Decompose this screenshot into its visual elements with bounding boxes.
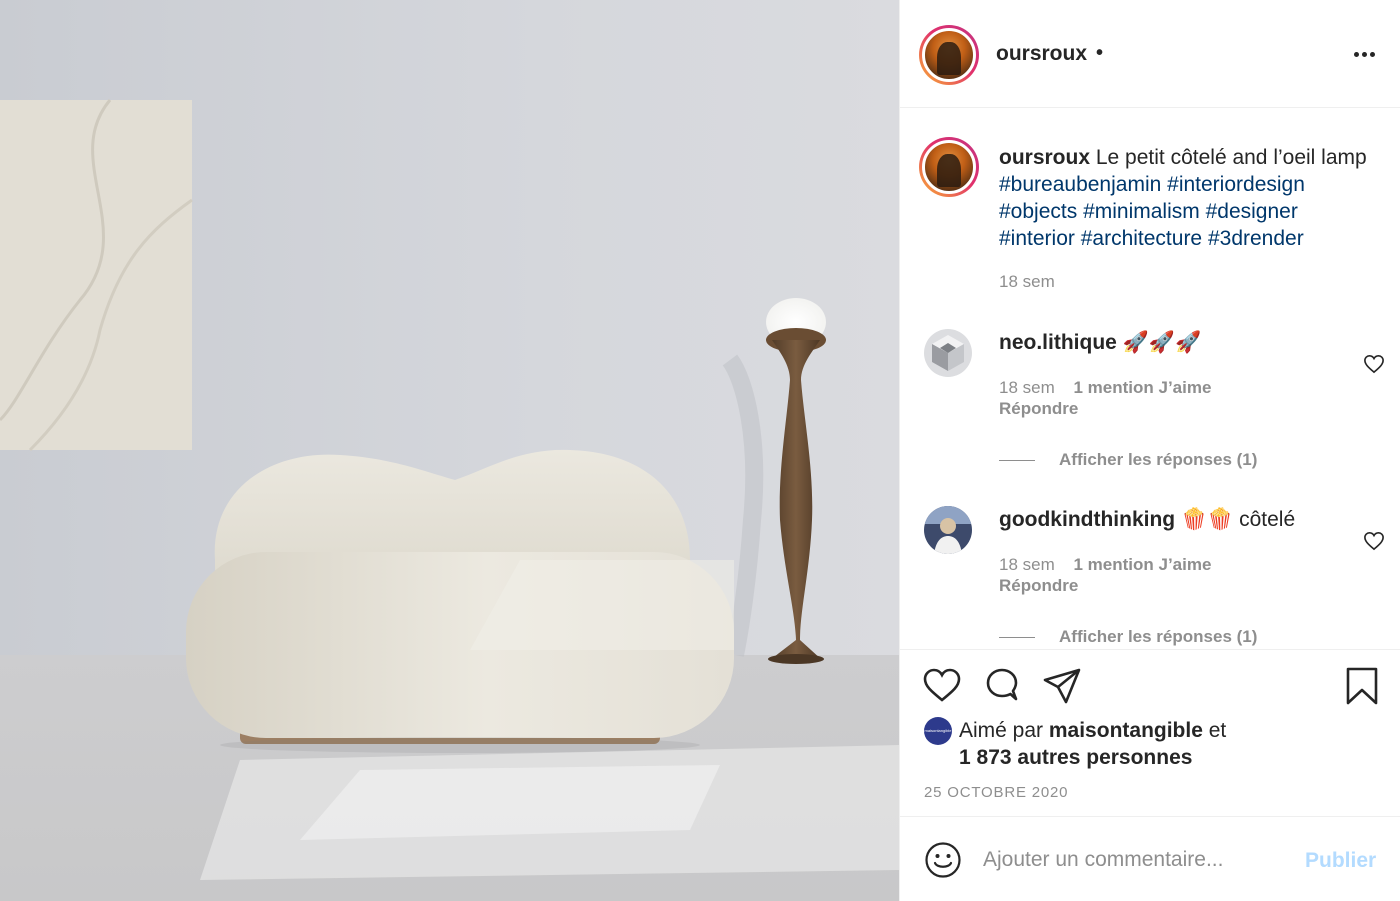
post-date[interactable]: 25 OCTOBRE 2020: [924, 784, 1068, 801]
comment-heart-icon[interactable]: [1363, 354, 1385, 374]
view-replies-button[interactable]: Afficher les réponses (1): [1059, 627, 1257, 647]
comment-likes[interactable]: 1 mention J’aime: [1073, 378, 1211, 397]
caption-avatar[interactable]: [919, 137, 979, 197]
comment-timestamp[interactable]: 18 sem: [999, 555, 1055, 574]
hashtag[interactable]: #objects: [999, 200, 1077, 223]
liked-prefix: Aimé par: [959, 719, 1044, 742]
author-username[interactable]: oursroux: [996, 42, 1087, 66]
author-avatar[interactable]: [919, 25, 979, 85]
comment-likes[interactable]: 1 mention J’aime: [1073, 555, 1211, 574]
replies-line: [999, 637, 1035, 638]
likes-count[interactable]: 1 873 autres personnes: [959, 746, 1192, 769]
post-header: oursroux •: [900, 0, 1400, 108]
reply-button[interactable]: Répondre: [999, 399, 1078, 419]
comment-item: goodkindthinking 🍿🍿 côtelé 18 sem 1 ment…: [900, 498, 1400, 649]
emoji-icon[interactable]: [924, 841, 962, 879]
reply-button[interactable]: Répondre: [999, 576, 1078, 596]
caption-timestamp[interactable]: 18 sem: [999, 272, 1055, 292]
post-image-illustration: [0, 0, 899, 901]
hashtag[interactable]: #interiordesign: [1167, 173, 1305, 196]
hashtag[interactable]: #3drender: [1208, 227, 1304, 250]
post-actions: maisontangible Aimé par maisontangible e…: [900, 649, 1400, 816]
hashtag[interactable]: #interior: [999, 227, 1075, 250]
comment-item: neo.lithique 🚀🚀🚀 18 sem 1 mention J’aime…: [900, 321, 1400, 491]
comment-timestamp[interactable]: 18 sem: [999, 378, 1055, 397]
bookmark-icon[interactable]: [1342, 666, 1382, 706]
publish-button[interactable]: Publier: [1305, 849, 1376, 873]
comment-input[interactable]: [983, 845, 1283, 875]
comment-meta: 18 sem 1 mention J’aime: [999, 555, 1211, 575]
commenter-avatar[interactable]: [924, 329, 972, 377]
liked-suffix: et: [1208, 719, 1227, 742]
caption-text: Le petit côtelé and l’oeil lamp: [1095, 146, 1367, 169]
heart-icon[interactable]: [922, 666, 962, 706]
commenter-username[interactable]: neo.lithique: [999, 331, 1117, 354]
post-caption: oursroux Le petit côtelé and l’oeil lamp…: [999, 144, 1389, 252]
add-comment-bar: Publier: [900, 816, 1400, 901]
comment-text: 🍿🍿 côtelé: [1180, 508, 1296, 531]
share-icon[interactable]: [1042, 666, 1082, 706]
comment-heart-icon[interactable]: [1363, 531, 1385, 551]
comment-text: 🚀🚀🚀: [1122, 331, 1202, 354]
post-image[interactable]: [0, 0, 899, 901]
more-horizontal-icon[interactable]: [1354, 52, 1376, 58]
hashtag[interactable]: #designer: [1206, 200, 1298, 223]
hashtag[interactable]: #architecture: [1081, 227, 1202, 250]
caption-username[interactable]: oursroux: [999, 146, 1090, 169]
hashtag[interactable]: #bureaubenjamin: [999, 173, 1161, 196]
comment-body: neo.lithique 🚀🚀🚀: [999, 331, 1201, 355]
liker-username[interactable]: maisontangible: [1049, 719, 1203, 742]
hashtag[interactable]: #minimalism: [1083, 200, 1200, 223]
liker-avatar[interactable]: maisontangible: [924, 717, 952, 745]
comment-icon[interactable]: [982, 666, 1022, 706]
commenter-username[interactable]: goodkindthinking: [999, 508, 1175, 531]
post-panel: oursroux • oursroux Le petit côtelé and …: [899, 0, 1400, 901]
commenter-avatar[interactable]: [924, 506, 972, 554]
comments-scroll-area[interactable]: oursroux Le petit côtelé and l’oeil lamp…: [900, 109, 1400, 649]
header-dot: •: [1096, 42, 1104, 64]
view-replies-button[interactable]: Afficher les réponses (1): [1059, 450, 1257, 470]
replies-line: [999, 460, 1035, 461]
comment-body: goodkindthinking 🍿🍿 côtelé: [999, 508, 1295, 532]
comment-meta: 18 sem 1 mention J’aime: [999, 378, 1211, 398]
